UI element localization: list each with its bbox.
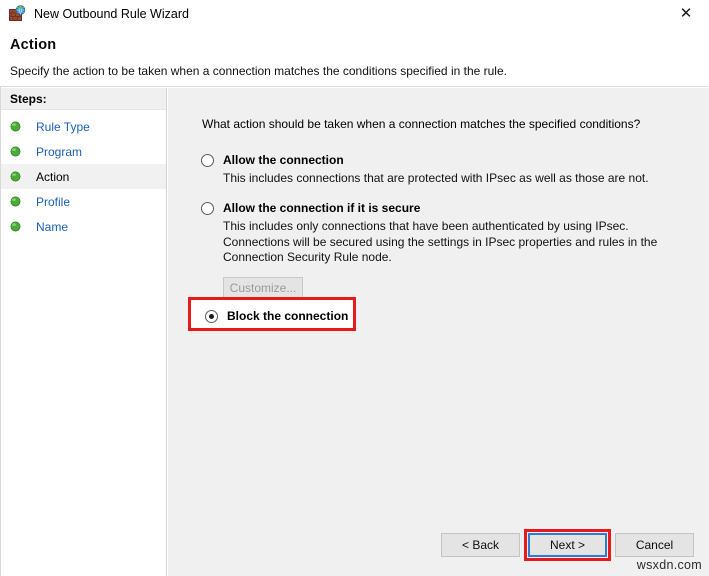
option-description: This includes connections that are prote… — [223, 171, 649, 185]
sidebar-item-label: Program — [36, 144, 83, 159]
main-content-pane: What action should be taken when a conne… — [168, 88, 709, 576]
back-button[interactable]: < Back — [441, 533, 520, 557]
steps-sidebar: Steps: Rule Type Program Action Profile … — [1, 88, 167, 576]
sidebar-item-label: Name — [36, 219, 69, 234]
block-option-highlight-box: Block the connection — [188, 297, 356, 331]
close-icon[interactable]: ✕ — [663, 0, 709, 27]
page-subtitle: Specify the action to be taken when a co… — [10, 64, 507, 78]
cancel-button[interactable]: Cancel — [615, 533, 694, 557]
option-allow-connection[interactable]: Allow the connection This includes conne… — [201, 153, 691, 187]
window-title: New Outbound Rule Wizard — [34, 6, 189, 21]
firewall-globe-icon — [9, 5, 26, 22]
option-title: Allow the connection — [223, 153, 344, 167]
sidebar-item-program[interactable]: Program — [1, 139, 166, 164]
option-description: This includes only connections that have… — [223, 219, 658, 264]
next-button[interactable]: Next > — [528, 533, 607, 557]
sidebar-item-label: Action — [36, 169, 70, 184]
option-row[interactable]: Allow the connection — [201, 153, 691, 167]
customize-button[interactable]: Customize... — [223, 276, 303, 299]
wizard-footer: < Back Next > Cancel — [168, 506, 709, 576]
page-header: Action Specify the action to be taken wh… — [0, 27, 709, 87]
sidebar-item-rule-type[interactable]: Rule Type — [1, 114, 166, 139]
sidebar-item-action[interactable]: Action — [1, 164, 166, 189]
radio-allow-if-secure[interactable] — [201, 202, 214, 215]
option-row[interactable]: Allow the connection if it is secure — [201, 201, 691, 215]
green-bullet-icon — [10, 171, 21, 182]
option-block-connection[interactable]: Block the connection — [205, 309, 348, 323]
page-title: Action — [10, 37, 57, 53]
title-bar: New Outbound Rule Wizard ✕ — [0, 0, 709, 27]
radio-allow-connection[interactable] — [201, 154, 214, 167]
sidebar-item-label: Rule Type — [36, 119, 90, 134]
steps-list: Rule Type Program Action Profile Name — [1, 114, 166, 239]
option-title: Block the connection — [227, 309, 349, 323]
action-question: What action should be taken when a conne… — [202, 117, 641, 131]
sidebar-item-name[interactable]: Name — [1, 214, 166, 239]
green-bullet-icon — [10, 121, 21, 132]
radio-block-connection[interactable] — [205, 310, 218, 323]
steps-header-label: Steps: — [10, 92, 47, 106]
sidebar-item-label: Profile — [36, 194, 71, 209]
option-allow-if-secure[interactable]: Allow the connection if it is secure Thi… — [201, 201, 691, 299]
green-bullet-icon — [10, 221, 21, 232]
green-bullet-icon — [10, 196, 21, 207]
green-bullet-icon — [10, 146, 21, 157]
option-title: Allow the connection if it is secure — [223, 201, 421, 215]
sidebar-item-profile[interactable]: Profile — [1, 189, 166, 214]
steps-header: Steps: — [1, 88, 166, 110]
watermark: wsxdn.com — [636, 558, 702, 572]
